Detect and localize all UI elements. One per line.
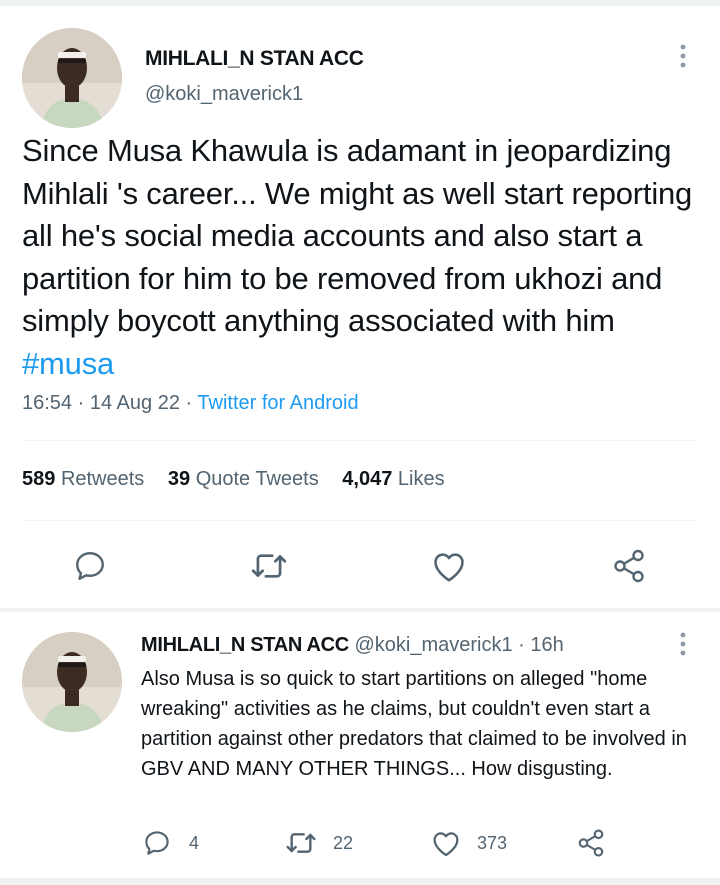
reply-icon[interactable] bbox=[72, 548, 108, 584]
avatar[interactable] bbox=[22, 28, 122, 128]
share-icon[interactable] bbox=[610, 548, 648, 584]
likes-label: Likes bbox=[397, 468, 445, 490]
likes-stat[interactable]: 4,047 Likes bbox=[342, 468, 444, 490]
like-count: 373 bbox=[477, 833, 508, 853]
display-name[interactable]: MIHLALI_N STAN ACC bbox=[145, 47, 364, 71]
likes-count: 4,047 bbox=[342, 468, 393, 490]
user-handle[interactable]: @koki_maverick1 bbox=[354, 634, 512, 656]
reply-text: Also Musa is so quick to start partition… bbox=[141, 668, 687, 780]
bottom-border bbox=[0, 878, 720, 885]
reply-icon[interactable] bbox=[142, 828, 172, 858]
hashtag-link[interactable]: #musa bbox=[22, 346, 114, 381]
top-border bbox=[0, 0, 720, 6]
profile-photo bbox=[22, 28, 122, 128]
retweets-label: Retweets bbox=[60, 468, 145, 490]
retweet-count: 22 bbox=[333, 833, 354, 853]
tweet-stats: 589 Retweets 39 Quote Tweets 4,047 Likes bbox=[22, 468, 445, 491]
user-handle[interactable]: @koki_maverick1 bbox=[145, 83, 303, 106]
meta-separator: · bbox=[512, 634, 531, 656]
profile-photo bbox=[22, 632, 122, 732]
quotes-label: Quote Tweets bbox=[195, 468, 319, 490]
retweets-count: 589 bbox=[22, 468, 56, 490]
quotes-stat[interactable]: 39 Quote Tweets bbox=[168, 468, 319, 490]
avatar[interactable] bbox=[22, 632, 122, 732]
tweet-body: Since Musa Khawula is adamant in jeopard… bbox=[22, 133, 693, 338]
retweet-icon[interactable] bbox=[285, 828, 317, 858]
tweet-text: Since Musa Khawula is adamant in jeopard… bbox=[22, 130, 712, 385]
like-icon[interactable] bbox=[430, 548, 468, 584]
tweet-date: 14 Aug 22 bbox=[89, 392, 180, 414]
more-options-icon[interactable] bbox=[676, 42, 690, 70]
tweet-source-link[interactable]: Twitter for Android bbox=[197, 392, 358, 414]
tweet-age[interactable]: 16h bbox=[530, 634, 563, 656]
divider bbox=[22, 520, 698, 521]
reply-header: MIHLALI_N STAN ACC @koki_maverick1 · 16h bbox=[141, 634, 564, 657]
share-icon[interactable] bbox=[575, 828, 607, 858]
section-separator bbox=[0, 608, 720, 612]
more-options-icon[interactable] bbox=[676, 630, 690, 658]
like-icon[interactable] bbox=[430, 828, 462, 858]
display-name[interactable]: MIHLALI_N STAN ACC bbox=[141, 634, 349, 656]
tweet-meta: 16:54 · 14 Aug 22 · Twitter for Android bbox=[22, 392, 359, 415]
meta-separator: · bbox=[185, 392, 193, 414]
tweet-time: 16:54 bbox=[22, 392, 73, 414]
divider bbox=[22, 440, 698, 441]
meta-separator: · bbox=[77, 392, 85, 414]
retweets-stat[interactable]: 589 Retweets bbox=[22, 468, 144, 490]
reply-count: 4 bbox=[189, 833, 200, 853]
retweet-icon[interactable] bbox=[250, 548, 288, 584]
quotes-count: 39 bbox=[167, 468, 191, 490]
